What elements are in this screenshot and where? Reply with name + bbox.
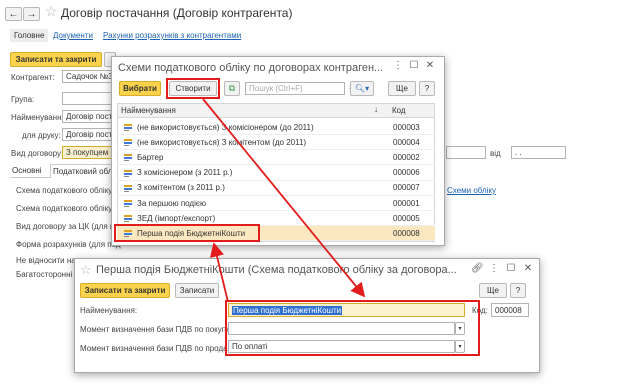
arrow-create-to-form [202,98,366,298]
annotation-arrows [202,98,366,303]
arrow-form-to-row [209,242,229,303]
